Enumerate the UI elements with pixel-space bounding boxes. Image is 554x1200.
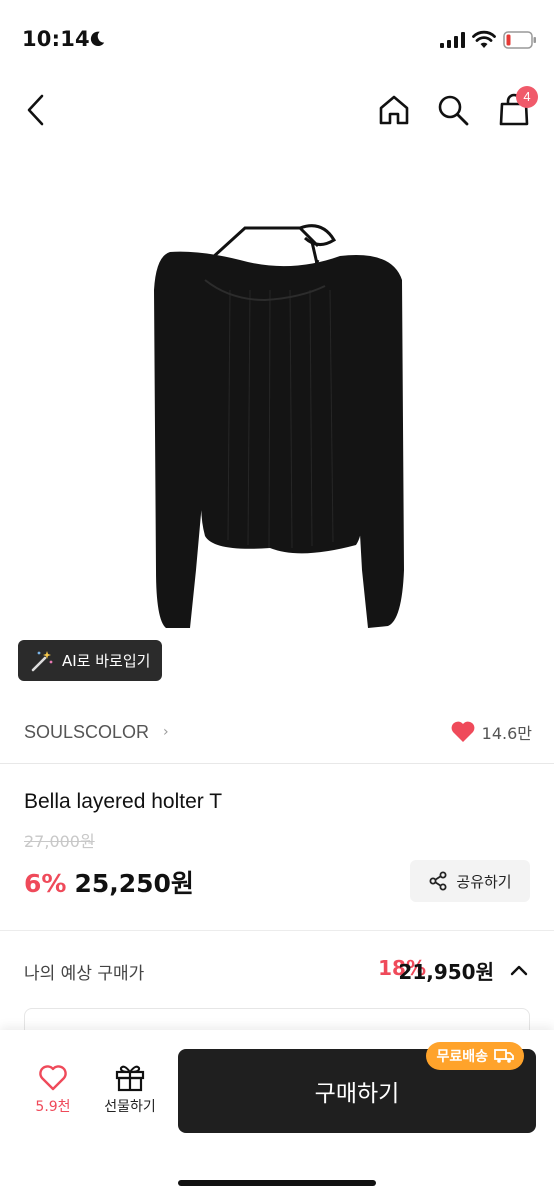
wish-count: 5.9천	[35, 1099, 71, 1115]
free-shipping-badge: 무료배송	[426, 1042, 524, 1070]
like-count: 14.6만	[481, 724, 532, 743]
discount-rate: 6%	[24, 869, 67, 898]
gift-icon	[115, 1065, 145, 1092]
heart-outline-icon	[39, 1065, 67, 1091]
heart-icon	[451, 721, 475, 742]
expected-price-toggle[interactable]: 나의 예상 구매가 18% 21,950원	[0, 945, 554, 995]
gift-button[interactable]: 선물하기	[96, 1062, 164, 1116]
home-icon	[379, 95, 409, 125]
product-photo	[154, 224, 404, 628]
buy-label: 구매하기	[314, 1081, 400, 1107]
original-price: 27,000원	[24, 832, 95, 851]
ai-tryon-button[interactable]: AI로 바로입기	[18, 640, 163, 681]
sale-price: 25,250원	[74, 869, 194, 898]
truck-icon	[494, 1049, 514, 1063]
share-button[interactable]: 공유하기	[410, 860, 530, 902]
section-divider	[0, 930, 554, 931]
cart-button[interactable]: 4	[494, 86, 538, 130]
chevron-up-icon	[510, 965, 528, 976]
wish-button[interactable]: 5.9천	[24, 1064, 82, 1116]
home-indicator	[178, 1180, 376, 1186]
cart-badge: 4	[516, 86, 538, 108]
status-bar: 10:14	[0, 0, 554, 80]
wifi-icon	[472, 30, 496, 48]
gift-label: 선물하기	[104, 1099, 156, 1115]
magic-wand-icon	[31, 650, 53, 671]
share-label: 공유하기	[456, 872, 512, 891]
ai-tryon-label: AI로 바로입기	[62, 652, 151, 670]
expected-price: 21,950원	[398, 960, 494, 984]
back-icon	[27, 94, 44, 126]
free-shipping-label: 무료배송	[436, 1049, 488, 1065]
like-button[interactable]: 14.6만	[450, 720, 532, 744]
status-time: 10:14	[22, 27, 90, 51]
price-row: 6% 25,250원	[24, 864, 194, 900]
nav-bar: 4	[0, 80, 554, 140]
share-icon	[429, 871, 447, 891]
brand-row: SOULSCOLOR › 14.6만	[0, 710, 554, 754]
signal-icon	[440, 32, 465, 48]
brand-name[interactable]: SOULSCOLOR	[24, 722, 149, 743]
home-button[interactable]	[374, 90, 414, 130]
battery-icon	[503, 31, 536, 49]
product-image[interactable]	[0, 150, 554, 695]
moon-icon	[90, 31, 105, 47]
expected-price-label: 나의 예상 구매가	[24, 964, 145, 984]
product-title: Bella layered holter T	[24, 790, 223, 813]
back-button[interactable]	[16, 90, 56, 130]
search-button[interactable]	[433, 90, 473, 130]
bottom-action-bar: 5.9천 선물하기 구매하기 무료배송	[0, 1030, 554, 1200]
divider	[0, 763, 554, 764]
search-icon	[438, 95, 469, 126]
chevron-right-icon: ›	[163, 724, 169, 740]
